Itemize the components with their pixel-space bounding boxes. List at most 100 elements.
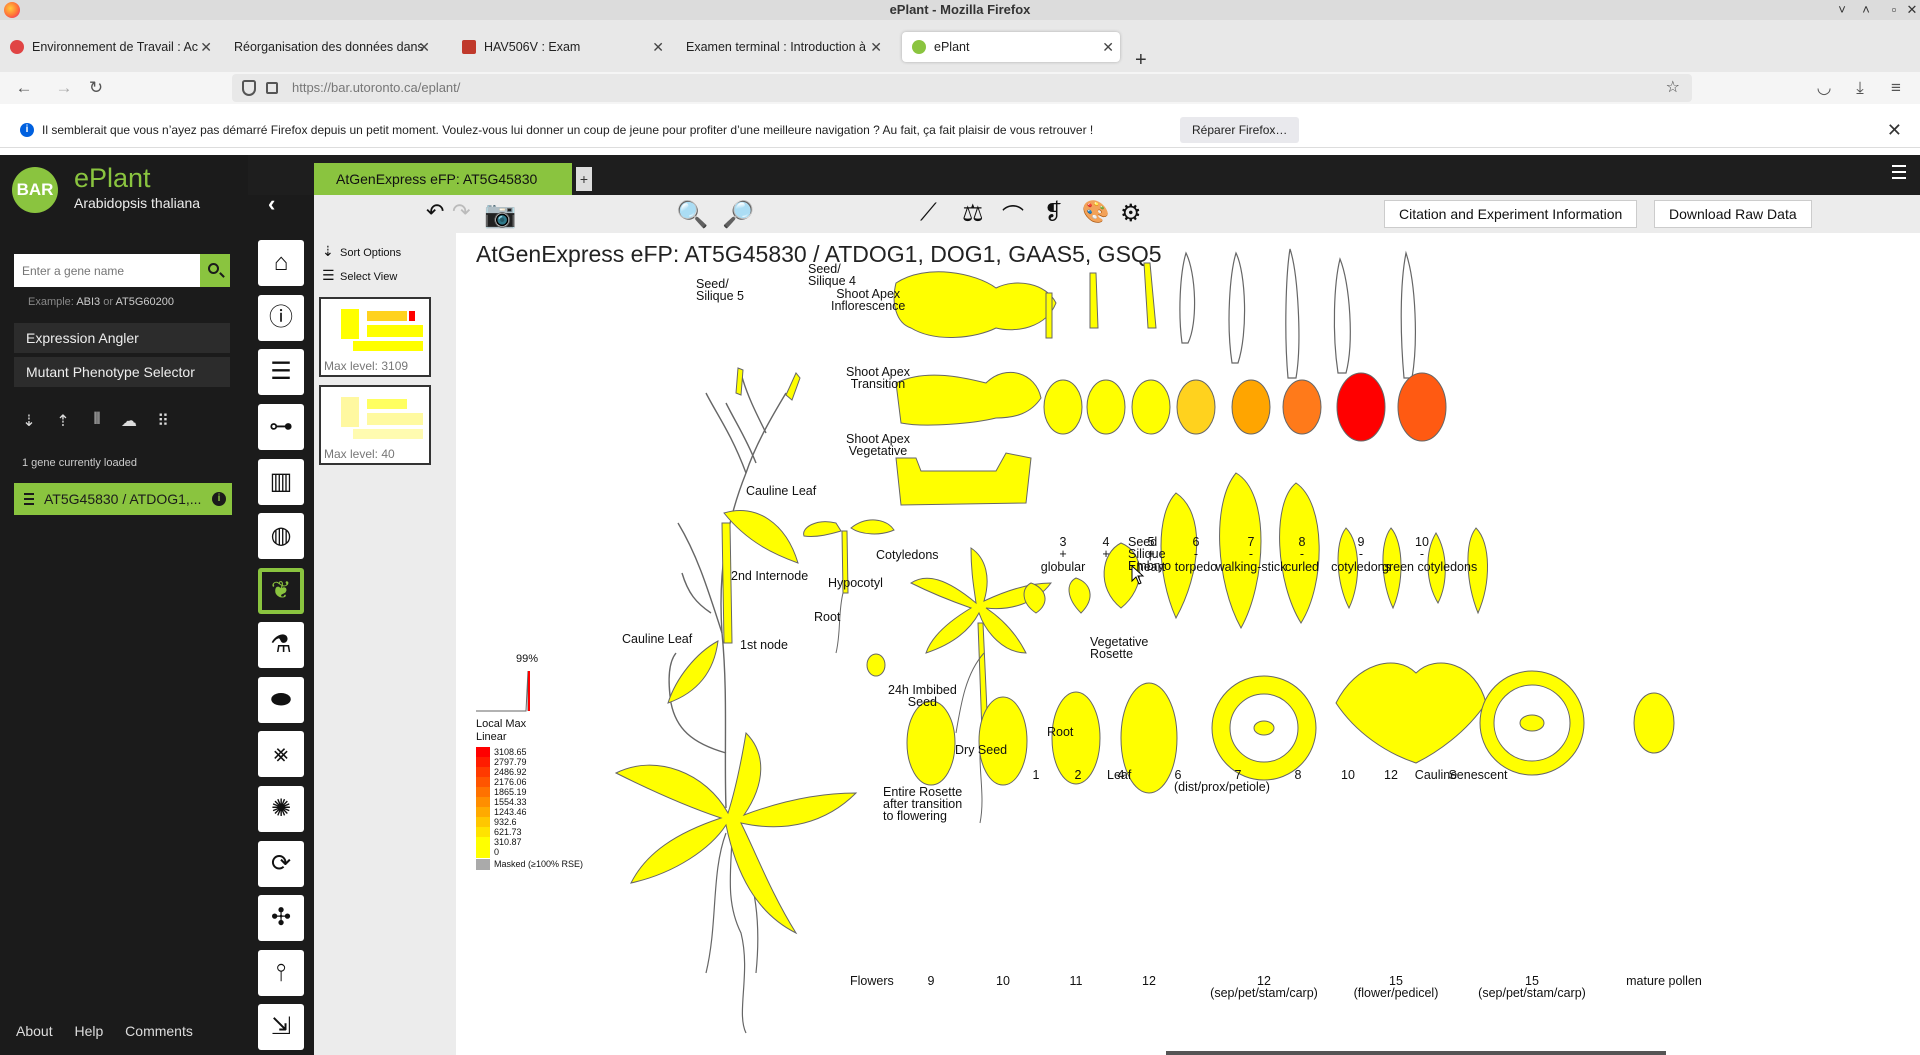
sort-options[interactable]: ⇣ Sort Options — [322, 243, 401, 260]
browser-tab[interactable]: HAV506V : Exam ✕ — [452, 32, 670, 62]
chromosome-view-icon[interactable]: ⨳ — [258, 731, 304, 777]
absolute-mode-icon[interactable]: ⟋ — [920, 199, 937, 227]
gene-info-view-icon[interactable]: ⓘ — [258, 295, 304, 341]
example-gene-link[interactable]: AT5G60200 — [115, 296, 174, 308]
bookmark-star-icon[interactable]: ☆ — [1666, 74, 1680, 102]
restore-icon[interactable]: ˄ — [1856, 0, 1876, 20]
undo-icon[interactable]: ↶ — [426, 199, 444, 225]
browser-tab[interactable]: Réorganisation des données dans ✕ — [218, 32, 436, 62]
plant-efp-view-icon[interactable]: ❦ — [258, 568, 304, 614]
citation-button[interactable]: Citation and Experiment Information — [1384, 200, 1638, 228]
flower-sub-label: (flower/pedicel) — [1353, 986, 1439, 1000]
tab-close-icon[interactable]: ✕ — [1102, 32, 1114, 62]
sort-up-icon[interactable]: ⇡ — [52, 411, 74, 431]
view-thumbnail[interactable]: Max level: 40 — [319, 385, 431, 465]
mutant-phenotype-selector-button[interactable]: Mutant Phenotype Selector — [14, 357, 230, 387]
embryo-stage-label: green cotyledons — [1382, 560, 1478, 574]
molecule-view-icon[interactable]: ✺ — [258, 786, 304, 832]
palette-icon[interactable]: 🎨 — [1082, 199, 1109, 225]
browser-tab-active[interactable]: ePlant ✕ — [902, 32, 1120, 62]
camera-icon[interactable]: 📷 — [484, 199, 516, 230]
zoom-out-icon[interactable]: 🔎 — [722, 199, 754, 230]
legend-swatch — [476, 847, 490, 858]
interactions-view-icon[interactable]: ⊶ — [258, 404, 304, 450]
notification-close-icon[interactable]: ✕ — [1887, 112, 1902, 148]
gene-search-button[interactable] — [200, 254, 230, 287]
reload-icon[interactable]: ↻ — [84, 76, 108, 100]
maximize-icon[interactable]: ▫ — [1884, 0, 1904, 20]
expression-angler-button[interactable]: Expression Angler — [14, 323, 230, 353]
efp-view-tab[interactable]: AtGenExpress eFP: AT5G45830 — [314, 163, 572, 195]
tab-close-icon[interactable]: ✕ — [200, 32, 212, 62]
redo-icon[interactable]: ↷ — [452, 199, 470, 225]
info-icon: i — [20, 123, 34, 137]
browser-tab[interactable]: Environnement de Travail : Ac ✕ — [0, 32, 218, 62]
back-icon[interactable]: ← — [12, 76, 36, 100]
settings-gear-icon[interactable]: ⚙ — [1120, 199, 1142, 228]
heatmap-icon[interactable]: ⦀ — [86, 411, 108, 429]
drag-handle-icon[interactable] — [24, 493, 34, 505]
seedling-cotyledons — [850, 519, 895, 535]
label-cotyledons: Cotyledons — [876, 548, 939, 562]
about-link[interactable]: About — [16, 1023, 53, 1039]
gene-search-input[interactable] — [14, 254, 200, 287]
sort-down-icon[interactable]: ⇣ — [18, 411, 40, 431]
heatmap-view-icon[interactable]: ▥ — [258, 459, 304, 505]
tab-close-icon[interactable]: ✕ — [652, 32, 664, 62]
comments-link[interactable]: Comments — [125, 1023, 193, 1039]
cycle-view-icon[interactable]: ⟳ — [258, 841, 304, 887]
label-cauline-leaf: Cauline Leaf — [746, 484, 817, 498]
cell-view-icon[interactable]: ⬬ — [258, 677, 304, 723]
cloud-icon[interactable]: ☁ — [118, 411, 140, 431]
select-view[interactable]: ☰ Select View — [322, 267, 397, 284]
url-text[interactable]: https://bar.utoronto.ca/eplant/ — [292, 80, 460, 95]
gene-info-icon[interactable]: i — [212, 492, 226, 506]
tab-close-icon[interactable]: ✕ — [870, 32, 882, 62]
notification-bar: i Il semblerait que vous n’ayez pas déma… — [0, 112, 1920, 148]
lock-icon[interactable] — [266, 82, 278, 94]
tissue-view-icon[interactable]: ⚗ — [258, 622, 304, 668]
window-close-icon[interactable]: ✕ — [1902, 0, 1920, 20]
legend-icon[interactable]: ❡ — [1044, 199, 1062, 225]
add-tab-button[interactable]: + — [576, 167, 592, 191]
compare-mode-icon[interactable]: ⚖ — [962, 199, 984, 228]
legend-title: Local Max — [476, 718, 527, 730]
sequence-view-icon[interactable]: ⫯ — [258, 950, 304, 996]
network-view-icon[interactable]: ✣ — [258, 895, 304, 941]
download-raw-data-button[interactable]: Download Raw Data — [1654, 200, 1812, 228]
publications-view-icon[interactable]: ☰ — [258, 349, 304, 395]
grid-icon[interactable]: ⠿ — [152, 411, 174, 431]
horizontal-scrollbar[interactable] — [1166, 1051, 1666, 1055]
example-gene-link[interactable]: ABI3 — [76, 296, 100, 308]
home-view-icon[interactable]: ⌂ — [258, 240, 304, 286]
url-bar[interactable]: https://bar.utoronto.ca/eplant/ ☆ — [232, 74, 1692, 102]
help-link[interactable]: Help — [74, 1023, 103, 1039]
menu-icon[interactable] — [1892, 165, 1906, 179]
minimize-icon[interactable]: ˅ — [1832, 0, 1852, 20]
zoom-in-icon[interactable]: 🔍 — [676, 199, 708, 230]
export-view-icon[interactable]: ⇲ — [258, 1004, 304, 1050]
downloads-icon[interactable]: ⤓ — [1848, 76, 1872, 100]
view-thumbnail[interactable]: Max level: 3109 — [319, 297, 431, 377]
new-tab-icon[interactable]: + — [1135, 49, 1147, 72]
maximum-mode-icon[interactable]: ⌒ — [1002, 199, 1024, 231]
tab-favicon-icon — [462, 40, 476, 54]
shield-icon[interactable] — [242, 80, 256, 96]
legend-swatch — [476, 859, 490, 870]
repair-firefox-button[interactable]: Réparer Firefox… — [1180, 117, 1300, 143]
browser-tab[interactable]: Examen terminal : Introduction à ✕ — [670, 32, 888, 62]
app-menu-icon[interactable]: ≡ — [1884, 76, 1908, 100]
pocket-icon[interactable]: ◡ — [1812, 76, 1836, 100]
legend-value: 0 — [494, 847, 500, 857]
forward-icon[interactable]: → — [52, 76, 76, 100]
bar-logo[interactable]: BAR — [12, 167, 58, 213]
footer-links: About Help Comments — [16, 1023, 211, 1039]
label-2nd-internode: 2nd Internode — [731, 569, 809, 583]
world-view-icon[interactable]: ◍ — [258, 513, 304, 559]
flower-sub-label: (sep/pet/stam/carp) — [1210, 986, 1318, 1000]
tab-label: Examen terminal : Introduction à — [686, 40, 866, 54]
tab-label: ePlant — [934, 40, 970, 54]
tab-close-icon[interactable]: ✕ — [418, 32, 430, 62]
loaded-gene-item[interactable]: AT5G45830 / ATDOG1,... i — [14, 483, 232, 515]
seed-embryo-6 — [1176, 379, 1216, 435]
